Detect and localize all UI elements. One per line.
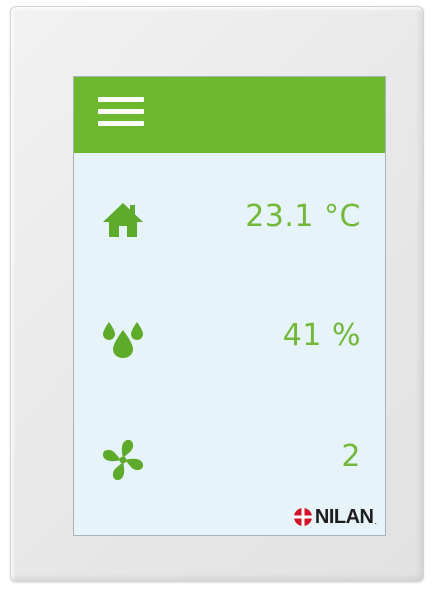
menu-bar-line <box>98 97 144 102</box>
brand-name: NILAN <box>314 505 374 528</box>
hamburger-menu-icon[interactable] <box>98 97 144 131</box>
menu-bar-line <box>98 121 144 126</box>
house-icon <box>103 203 143 237</box>
fan-speed-value: 2 <box>341 439 361 474</box>
temperature-value: 23.1 °C <box>245 199 361 234</box>
humidity-value: 41 % <box>282 318 361 353</box>
brand-logo: NILAN . <box>293 503 377 531</box>
menu-bar-line <box>98 109 144 114</box>
thermostat-screen: 23.1 °C 41 % 2 NILAN . <box>73 76 386 536</box>
humidity-row[interactable]: 41 % <box>74 304 385 374</box>
fan-icon <box>102 439 144 481</box>
temperature-row[interactable]: 23.1 °C <box>74 185 385 255</box>
nilan-logo-mark <box>293 508 312 526</box>
brand-dot: . <box>374 516 377 526</box>
fan-speed-row[interactable]: 2 <box>74 425 385 495</box>
humidity-drops-icon <box>103 322 143 358</box>
top-bar <box>74 77 385 153</box>
